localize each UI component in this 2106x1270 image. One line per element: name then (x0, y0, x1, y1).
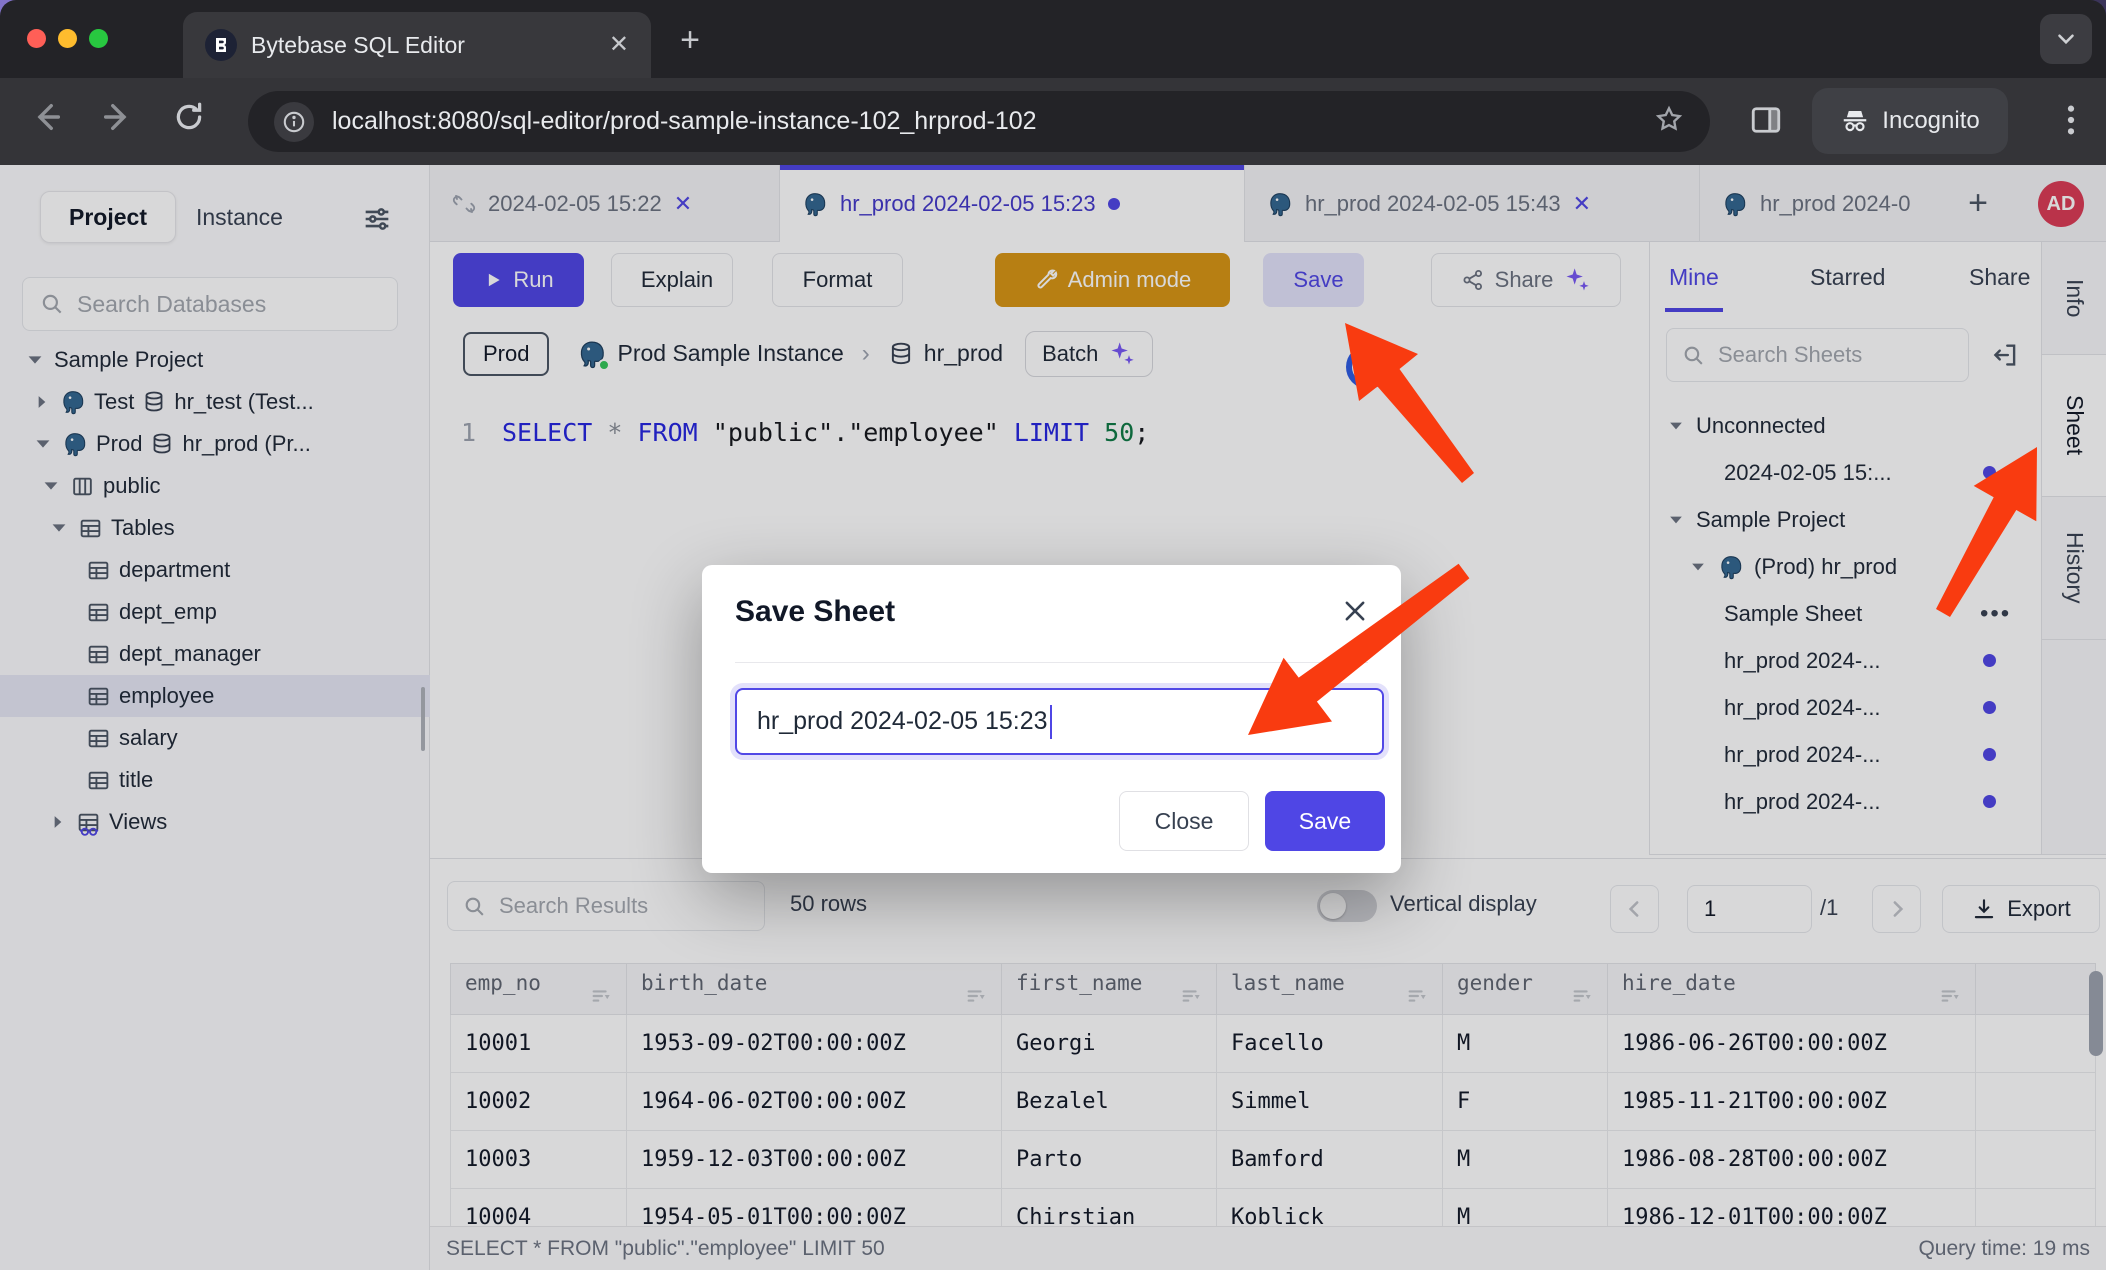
side-panel-icon[interactable] (1748, 102, 1784, 143)
window-close-button[interactable] (27, 29, 46, 48)
dialog-title: Save Sheet (735, 595, 895, 629)
dialog-close-icon[interactable] (1341, 597, 1369, 630)
browser-menu-icon[interactable] (2054, 100, 2088, 145)
save-sheet-dialog: Save Sheet hr_prod 2024-02-05 15:23 Clos… (702, 565, 1401, 873)
window-maximize-button[interactable] (89, 29, 108, 48)
incognito-label: Incognito (1882, 107, 1979, 135)
url-text[interactable]: localhost:8080/sql-editor/prod-sample-in… (332, 107, 1636, 136)
browser-window: Bytebase SQL Editor ✕ + localhost:8080/s… (0, 0, 2106, 1270)
browser-toolbar: localhost:8080/sql-editor/prod-sample-in… (0, 78, 2106, 165)
bytebase-sql-editor: Project Instance Search Databases Sample… (0, 165, 2106, 1270)
back-icon[interactable] (30, 100, 64, 139)
browser-tab-title: Bytebase SQL Editor (251, 32, 595, 59)
forward-icon[interactable] (100, 100, 134, 139)
bookmark-star-icon[interactable] (1654, 104, 1684, 139)
sheet-name-value: hr_prod 2024-02-05 15:23 (757, 707, 1048, 736)
tab-search-chevron-button[interactable] (2040, 14, 2092, 64)
text-cursor (1050, 705, 1052, 739)
incognito-icon (1840, 106, 1870, 136)
incognito-badge: Incognito (1812, 88, 2008, 154)
new-tab-button[interactable]: + (668, 18, 712, 62)
bytebase-favicon-icon (205, 29, 237, 61)
sheet-name-input[interactable]: hr_prod 2024-02-05 15:23 (735, 688, 1384, 755)
dialog-save-button[interactable]: Save (1265, 791, 1385, 851)
site-info-icon[interactable] (274, 102, 314, 142)
window-minimize-button[interactable] (58, 29, 77, 48)
dialog-close-button[interactable]: Close (1119, 791, 1249, 851)
url-bar[interactable]: localhost:8080/sql-editor/prod-sample-in… (248, 91, 1710, 152)
reload-icon[interactable] (172, 100, 206, 139)
browser-tab-close-icon[interactable]: ✕ (609, 33, 629, 57)
dialog-divider (735, 662, 1368, 663)
browser-titlebar: Bytebase SQL Editor ✕ + (0, 0, 2106, 78)
browser-tab[interactable]: Bytebase SQL Editor ✕ (183, 12, 651, 78)
